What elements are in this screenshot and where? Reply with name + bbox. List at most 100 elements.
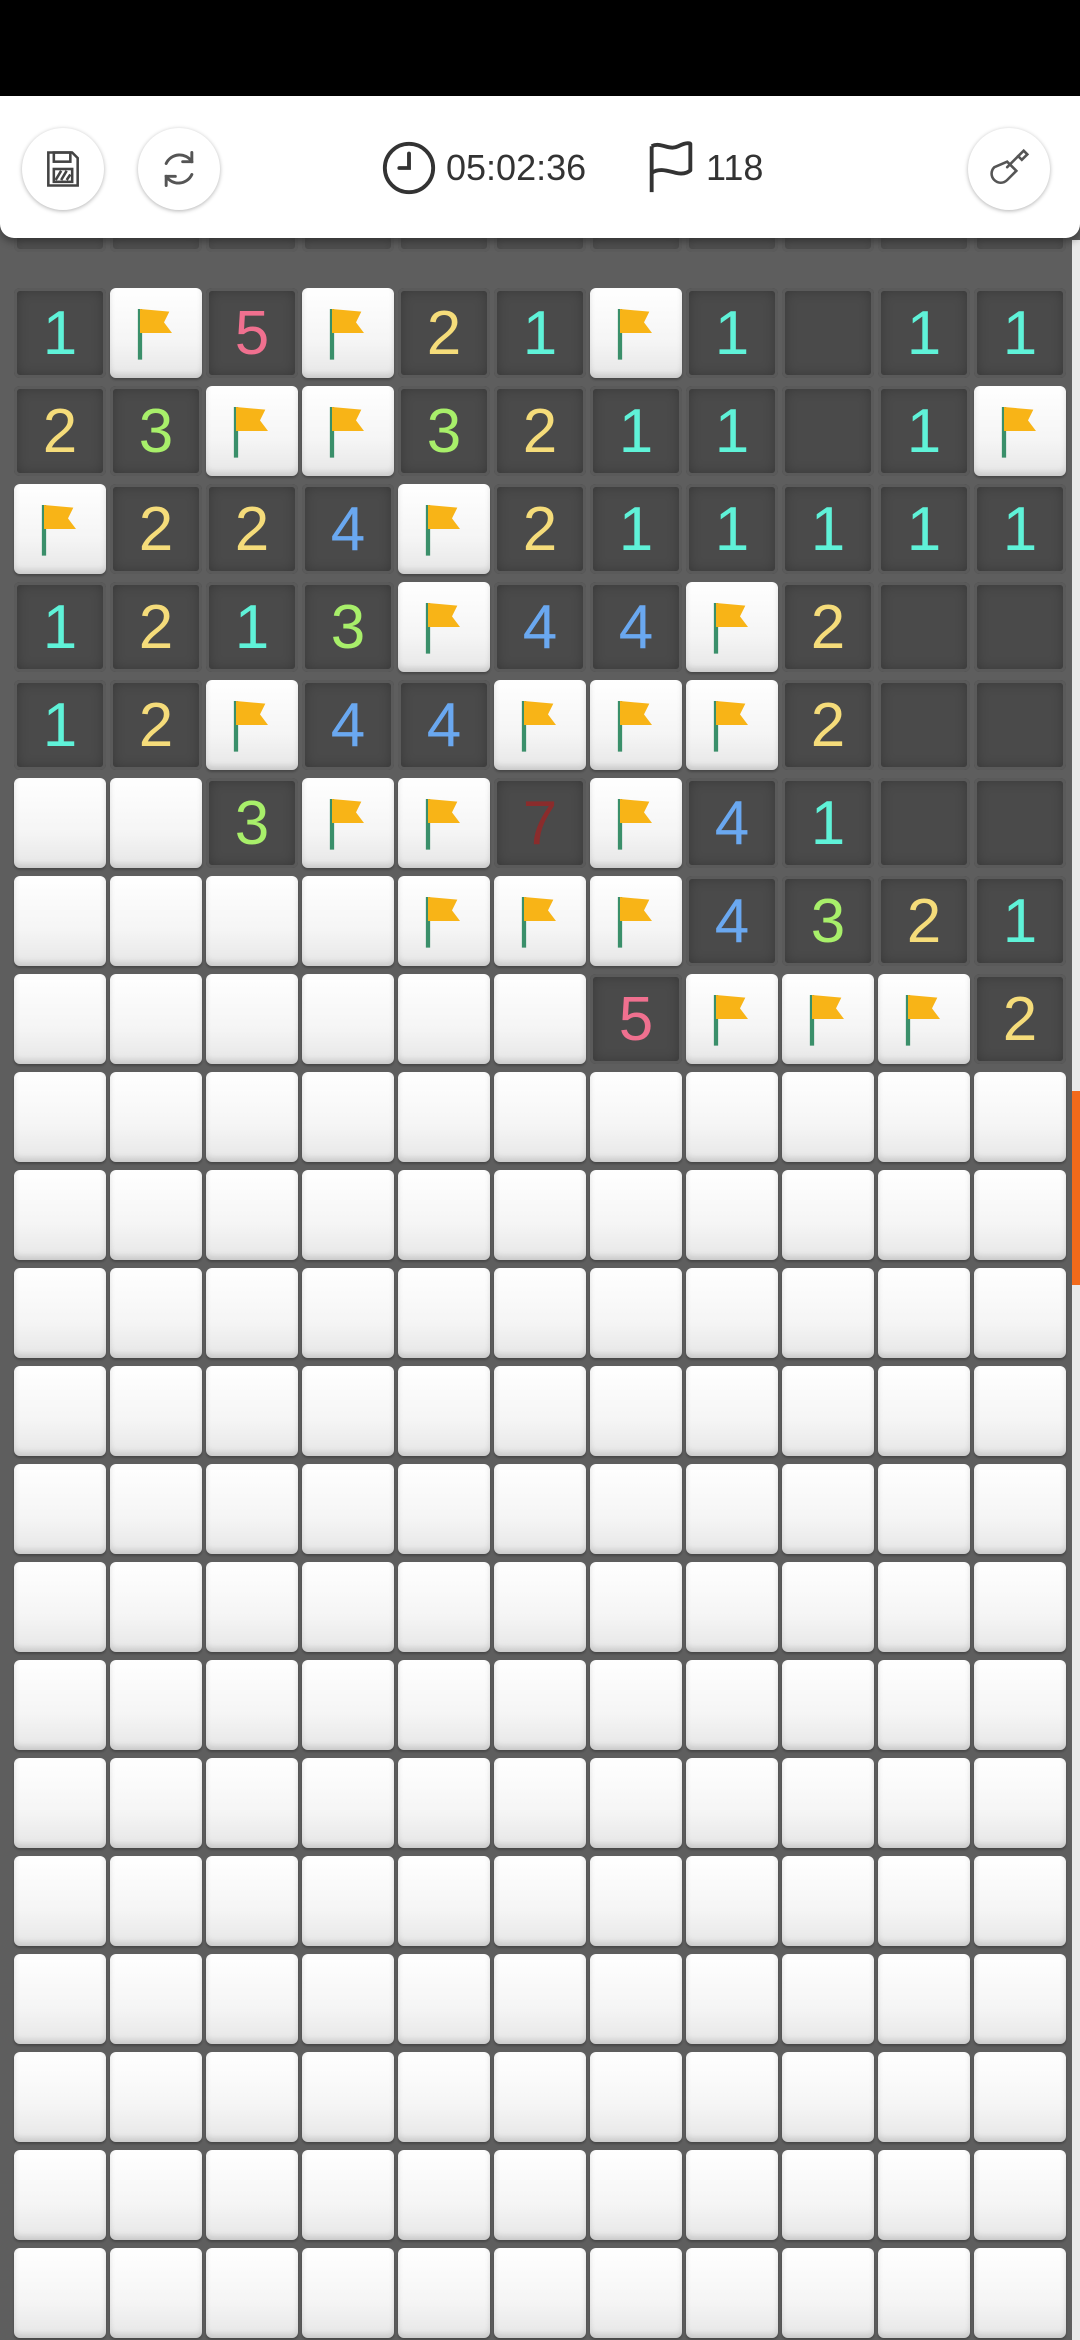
number-cell[interactable]: 1 xyxy=(686,484,778,574)
covered-cell[interactable] xyxy=(974,1856,1066,1946)
covered-cell[interactable] xyxy=(206,2150,298,2240)
covered-cell[interactable] xyxy=(590,1562,682,1652)
flagged-cell[interactable] xyxy=(590,876,682,966)
covered-cell[interactable] xyxy=(302,1954,394,2044)
covered-cell[interactable] xyxy=(494,1464,586,1554)
covered-cell[interactable] xyxy=(110,1856,202,1946)
covered-cell[interactable] xyxy=(494,1366,586,1456)
scroll-thumb[interactable] xyxy=(1072,1091,1080,1285)
covered-cell[interactable] xyxy=(14,1954,106,2044)
number-cell[interactable]: 4 xyxy=(494,582,586,672)
number-cell[interactable]: 3 xyxy=(206,778,298,868)
covered-cell[interactable] xyxy=(878,1856,970,1946)
covered-cell[interactable] xyxy=(494,1170,586,1260)
number-cell[interactable]: 3 xyxy=(398,386,490,476)
covered-cell[interactable] xyxy=(974,1660,1066,1750)
restart-button[interactable] xyxy=(138,128,220,210)
number-cell[interactable]: 2 xyxy=(494,386,586,476)
empty-cell[interactable] xyxy=(974,680,1066,770)
number-cell[interactable]: 1 xyxy=(14,582,106,672)
number-cell[interactable]: 1 xyxy=(14,288,106,378)
number-cell[interactable]: 3 xyxy=(302,582,394,672)
covered-cell[interactable] xyxy=(398,2248,490,2338)
empty-cell[interactable] xyxy=(782,386,874,476)
covered-cell[interactable] xyxy=(494,974,586,1064)
covered-cell[interactable] xyxy=(974,1464,1066,1554)
covered-cell[interactable] xyxy=(302,876,394,966)
number-cell[interactable]: 2 xyxy=(110,680,202,770)
covered-cell[interactable] xyxy=(494,1268,586,1358)
covered-cell[interactable] xyxy=(110,1072,202,1162)
covered-cell[interactable] xyxy=(494,1954,586,2044)
scrollbar[interactable] xyxy=(1072,240,1080,2340)
number-cell[interactable]: 2 xyxy=(110,582,202,672)
number-cell[interactable]: 4 xyxy=(398,680,490,770)
covered-cell[interactable] xyxy=(494,1856,586,1946)
covered-cell[interactable] xyxy=(14,1170,106,1260)
covered-cell[interactable] xyxy=(878,2248,970,2338)
covered-cell[interactable] xyxy=(110,1758,202,1848)
number-cell[interactable]: 2 xyxy=(782,582,874,672)
covered-cell[interactable] xyxy=(782,1856,874,1946)
number-cell[interactable]: 2 xyxy=(110,484,202,574)
covered-cell[interactable] xyxy=(782,1660,874,1750)
covered-cell[interactable] xyxy=(782,1366,874,1456)
covered-cell[interactable] xyxy=(206,1856,298,1946)
covered-cell[interactable] xyxy=(782,2052,874,2142)
dig-mode-button[interactable] xyxy=(968,128,1050,210)
empty-cell[interactable] xyxy=(782,288,874,378)
flagged-cell[interactable] xyxy=(206,680,298,770)
covered-cell[interactable] xyxy=(110,1464,202,1554)
covered-cell[interactable] xyxy=(110,1366,202,1456)
covered-cell[interactable] xyxy=(110,974,202,1064)
number-cell[interactable]: 4 xyxy=(302,484,394,574)
number-cell[interactable]: 1 xyxy=(590,484,682,574)
flagged-cell[interactable] xyxy=(398,778,490,868)
covered-cell[interactable] xyxy=(398,1758,490,1848)
covered-cell[interactable] xyxy=(398,1856,490,1946)
flagged-cell[interactable] xyxy=(590,288,682,378)
covered-cell[interactable] xyxy=(878,1366,970,1456)
covered-cell[interactable] xyxy=(302,1268,394,1358)
number-cell[interactable]: 1 xyxy=(878,484,970,574)
covered-cell[interactable] xyxy=(14,1366,106,1456)
covered-cell[interactable] xyxy=(302,1562,394,1652)
number-cell[interactable]: 1 xyxy=(974,484,1066,574)
covered-cell[interactable] xyxy=(494,1562,586,1652)
covered-cell[interactable] xyxy=(878,1758,970,1848)
covered-cell[interactable] xyxy=(974,1366,1066,1456)
number-cell[interactable]: 1 xyxy=(494,288,586,378)
covered-cell[interactable] xyxy=(878,2150,970,2240)
covered-cell[interactable] xyxy=(686,2150,778,2240)
covered-cell[interactable] xyxy=(14,778,106,868)
covered-cell[interactable] xyxy=(398,1562,490,1652)
covered-cell[interactable] xyxy=(782,2248,874,2338)
covered-cell[interactable] xyxy=(206,1170,298,1260)
covered-cell[interactable] xyxy=(110,1268,202,1358)
covered-cell[interactable] xyxy=(590,1954,682,2044)
number-cell[interactable]: 1 xyxy=(974,288,1066,378)
covered-cell[interactable] xyxy=(590,2248,682,2338)
number-cell[interactable]: 1 xyxy=(878,386,970,476)
flagged-cell[interactable] xyxy=(110,288,202,378)
covered-cell[interactable] xyxy=(878,1072,970,1162)
covered-cell[interactable] xyxy=(590,1758,682,1848)
covered-cell[interactable] xyxy=(686,1954,778,2044)
flagged-cell[interactable] xyxy=(974,386,1066,476)
covered-cell[interactable] xyxy=(782,1758,874,1848)
covered-cell[interactable] xyxy=(590,1660,682,1750)
number-cell[interactable]: 1 xyxy=(686,386,778,476)
covered-cell[interactable] xyxy=(494,1660,586,1750)
covered-cell[interactable] xyxy=(302,2052,394,2142)
number-cell[interactable]: 2 xyxy=(782,680,874,770)
covered-cell[interactable] xyxy=(974,2248,1066,2338)
covered-cell[interactable] xyxy=(590,2150,682,2240)
covered-cell[interactable] xyxy=(398,2150,490,2240)
covered-cell[interactable] xyxy=(14,2248,106,2338)
covered-cell[interactable] xyxy=(302,1366,394,1456)
save-button[interactable] xyxy=(22,128,104,210)
covered-cell[interactable] xyxy=(206,1954,298,2044)
flagged-cell[interactable] xyxy=(686,974,778,1064)
number-cell[interactable]: 2 xyxy=(494,484,586,574)
covered-cell[interactable] xyxy=(686,1856,778,1946)
